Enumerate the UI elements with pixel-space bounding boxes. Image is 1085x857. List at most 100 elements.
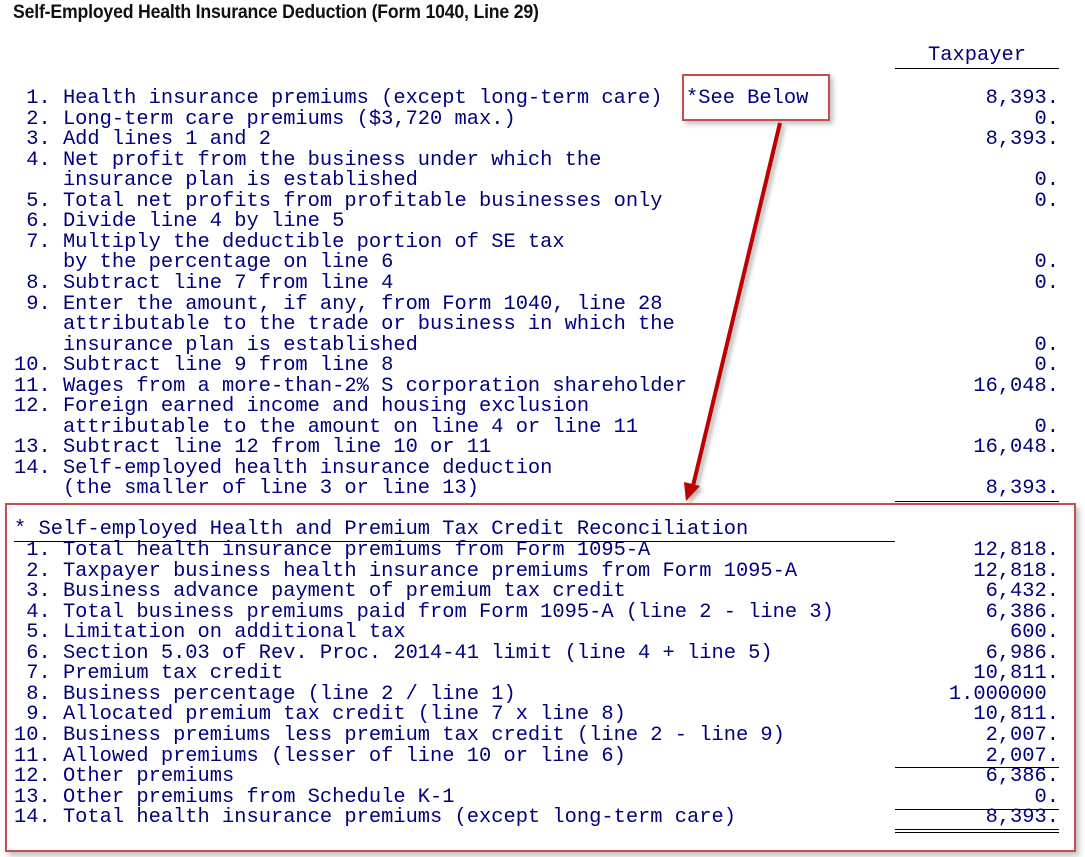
line-value: 0. bbox=[1034, 415, 1059, 439]
worksheet-row: 13. Subtract line 12 from line 10 or 11 1… bbox=[0, 438, 1085, 459]
line-label: 8. Subtract line 7 from line 4 bbox=[14, 271, 394, 295]
line-label: 14. Self-employed health insurance deduc… bbox=[14, 456, 553, 480]
worksheet-row: attributable to the amount on line 4 or … bbox=[0, 415, 1085, 439]
worksheet-row: 2. Long-term care premiums ($3,720 max.)… bbox=[0, 107, 1085, 131]
reconciliation-row: 6. Section 5.03 of Rev. Proc. 2014-41 li… bbox=[0, 641, 1085, 665]
reconciliation-row: 10. Business premiums less premium tax c… bbox=[0, 723, 1085, 747]
line-label: 6. Divide line 4 by line 5 bbox=[14, 210, 345, 234]
line-value: 6,386. bbox=[985, 600, 1059, 624]
line-value: 8,393. bbox=[985, 87, 1059, 110]
worksheet-row: insurance plan is established 0. bbox=[0, 171, 1085, 192]
worksheet-row: 9. Enter the amount, if any, from Form 1… bbox=[0, 292, 1085, 316]
line-value: 2,007. bbox=[985, 723, 1059, 747]
line-label: attributable to the amount on line 4 or … bbox=[14, 415, 639, 439]
worksheet-row: 14. Self-employed health insurance deduc… bbox=[0, 456, 1085, 480]
column-header-taxpayer: Taxpayer bbox=[895, 45, 1059, 69]
worksheet-row: insurance plan is established 0. bbox=[0, 333, 1085, 357]
worksheet-row: attributable to the trade or business in… bbox=[0, 315, 1085, 336]
line-value: 0. bbox=[1034, 251, 1059, 275]
line-label: 1. Health insurance premiums (except lon… bbox=[14, 87, 663, 110]
line-label: 14. Total health insurance premiums (exc… bbox=[14, 806, 736, 830]
line-label: 11. Allowed premiums (lesser of line 10 … bbox=[14, 744, 626, 768]
line-label: 12. Foreign earned income and housing ex… bbox=[14, 395, 590, 419]
line-label: 11. Wages from a more-than-2% S corporat… bbox=[14, 374, 688, 398]
line-label: 13. Other premiums from Schedule K-1 bbox=[14, 785, 455, 809]
worksheet-row: 7. Multiply the deductible portion of SE… bbox=[0, 230, 1085, 254]
reconciliation-title: * Self-employed Health and Premium Tax C… bbox=[14, 518, 749, 541]
line-label: 5. Total net profits from profitable bus… bbox=[14, 189, 663, 213]
line-label: 3. Add lines 1 and 2 bbox=[14, 128, 271, 152]
reconciliation-row: 12. Other premiums 6,386. bbox=[0, 767, 1085, 788]
reconciliation-row: 9. Allocated premium tax credit (line 7 … bbox=[0, 705, 1085, 726]
line-value: 6,432. bbox=[985, 580, 1059, 604]
line-value: 0. bbox=[1034, 169, 1059, 193]
worksheet-row: by the percentage on line 6 0. bbox=[0, 253, 1085, 274]
line-label: insurance plan is established bbox=[14, 169, 418, 193]
reconciliation-row: 1. Total health insurance premiums from … bbox=[0, 539, 1085, 562]
line-value: 12,818. bbox=[973, 539, 1059, 562]
worksheet-row: 8. Subtract line 7 from line 4 0. bbox=[0, 271, 1085, 295]
worksheet-row: 12. Foreign earned income and housing ex… bbox=[0, 397, 1085, 418]
reconciliation-row: 2. Taxpayer business health insurance pr… bbox=[0, 559, 1085, 583]
line-label: 3. Business advance payment of premium t… bbox=[14, 580, 626, 604]
reconciliation-row: 8. Business percentage (line 2 / line 1)… bbox=[0, 682, 1085, 706]
recon-total-double-underline bbox=[895, 829, 1059, 833]
worksheet-row: (the smaller of line 3 or line 13) 8,393. bbox=[0, 479, 1085, 500]
line-label: 2. Long-term care premiums ($3,720 max.) bbox=[14, 107, 516, 131]
recon-line-13-underline bbox=[895, 809, 1059, 810]
recon-line-11-underline bbox=[895, 767, 1059, 768]
line-value: 6,986. bbox=[985, 641, 1059, 665]
line-label: 7. Premium tax credit bbox=[14, 662, 284, 686]
reconciliation-row: 11. Allowed premiums (lesser of line 10 … bbox=[0, 744, 1085, 768]
worksheet-row: 5. Total net profits from profitable bus… bbox=[0, 189, 1085, 213]
line-label: (the smaller of line 3 or line 13) bbox=[14, 477, 479, 501]
line-value: 600. bbox=[1010, 621, 1059, 645]
line-value: 2,007. bbox=[985, 744, 1059, 768]
line-value: 16,048. bbox=[973, 374, 1059, 398]
line-value: 0. bbox=[1034, 271, 1059, 295]
line-label: 10. Subtract line 9 from line 8 bbox=[14, 354, 394, 378]
line-label: 9. Enter the amount, if any, from Form 1… bbox=[14, 292, 663, 316]
line-label: attributable to the trade or business in… bbox=[14, 313, 675, 337]
line-label: insurance plan is established bbox=[14, 333, 418, 357]
line-value: 12,818. bbox=[973, 559, 1059, 583]
line-label: 5. Limitation on additional tax bbox=[14, 621, 406, 645]
reconciliation-row: 3. Business advance payment of premium t… bbox=[0, 582, 1085, 603]
line-label: 12. Other premiums bbox=[14, 765, 235, 789]
line-label: 4. Net profit from the business under wh… bbox=[14, 148, 602, 172]
reconciliation-row: 5. Limitation on additional tax 600. bbox=[0, 623, 1085, 644]
line-value: 8,393. bbox=[985, 477, 1059, 501]
reconciliation-row: 4. Total business premiums paid from For… bbox=[0, 600, 1085, 624]
worksheet-row: 1. Health insurance premiums (except lon… bbox=[0, 87, 1085, 110]
line-value: 16,048. bbox=[973, 436, 1059, 460]
reconciliation-row: 7. Premium tax credit 10,811. bbox=[0, 664, 1085, 685]
line-label: by the percentage on line 6 bbox=[14, 251, 394, 275]
worksheet-total-underline bbox=[895, 501, 1059, 502]
line-value: 0. bbox=[1034, 333, 1059, 357]
line-label: 2. Taxpayer business health insurance pr… bbox=[14, 559, 798, 583]
line-value: 10,811. bbox=[973, 703, 1059, 727]
worksheet-row: 3. Add lines 1 and 2 8,393. bbox=[0, 130, 1085, 151]
see-below-note: *See Below bbox=[686, 87, 809, 110]
line-label: 8. Business percentage (line 2 / line 1) bbox=[14, 682, 516, 706]
reconciliation-row: 14. Total health insurance premiums (exc… bbox=[0, 808, 1085, 829]
line-value: 8,393. bbox=[985, 806, 1059, 830]
line-label: 6. Section 5.03 of Rev. Proc. 2014-41 li… bbox=[14, 641, 773, 665]
page-title: Self-Employed Health Insurance Deduction… bbox=[13, 2, 539, 23]
line-label: 4. Total business premiums paid from For… bbox=[14, 600, 834, 624]
line-label: 13. Subtract line 12 from line 10 or 11 bbox=[14, 436, 492, 460]
line-label: 9. Allocated premium tax credit (line 7 … bbox=[14, 703, 626, 727]
worksheet-row: 4. Net profit from the business under wh… bbox=[0, 148, 1085, 172]
line-value: 1.000000 bbox=[948, 682, 1059, 706]
line-label: 7. Multiply the deductible portion of SE… bbox=[14, 230, 565, 254]
line-value: 0. bbox=[1034, 189, 1059, 213]
line-value: 8,393. bbox=[985, 128, 1059, 152]
line-value: 0. bbox=[1034, 354, 1059, 378]
line-value: 0. bbox=[1034, 785, 1059, 809]
worksheet-row: 10. Subtract line 9 from line 8 0. bbox=[0, 356, 1085, 377]
line-value: 0. bbox=[1034, 107, 1059, 131]
line-label: 10. Business premiums less premium tax c… bbox=[14, 723, 785, 747]
reconciliation-row: 13. Other premiums from Schedule K-1 0. bbox=[0, 785, 1085, 809]
worksheet-row: 6. Divide line 4 by line 5 bbox=[0, 212, 1085, 233]
line-value: 6,386. bbox=[985, 765, 1059, 789]
